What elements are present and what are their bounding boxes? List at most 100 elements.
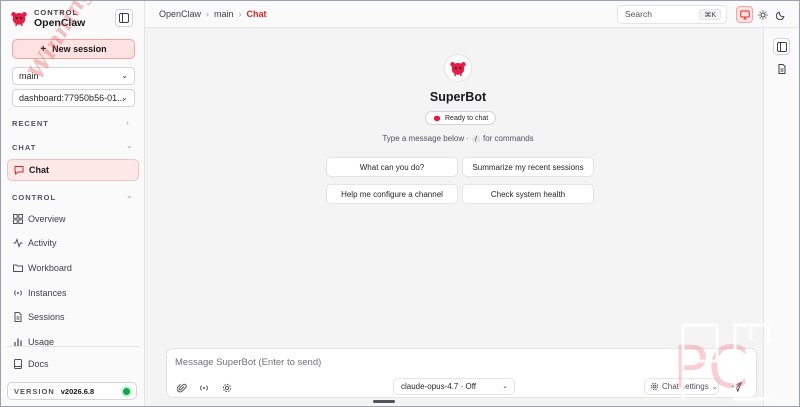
sidebar-item-label: Activity [28,238,57,248]
sidebar-item-activity[interactable]: Activity [7,232,139,254]
hint-prefix: Type a message below · [382,134,470,143]
gear-icon [222,383,232,393]
breadcrumb-agent[interactable]: main [214,9,234,19]
sidebar-item-workboard[interactable]: Workboard [7,257,139,279]
send-button[interactable] [729,379,745,395]
notes-button[interactable] [773,60,790,77]
chevron-down-icon: ⌄ [121,93,128,102]
section-recent[interactable]: RECENT [12,119,49,128]
sidebar-item-docs[interactable]: Docs [7,353,139,375]
composer: Message SuperBot (Enter to send) claude-… [166,348,757,398]
model-select[interactable]: claude-opus-4.7 · Off ⌄ [393,378,515,395]
search-placeholder: Search [625,9,652,19]
gear-icon [650,382,659,391]
grid-icon [13,214,23,224]
new-session-label: New session [52,44,107,54]
sun-icon [757,9,768,20]
suggestion-button[interactable]: Help me configure a channel [326,184,458,204]
sidebar-item-label: Instances [28,288,67,298]
sidebar-item-usage[interactable]: Usage [7,331,139,353]
agent-select[interactable]: main ⌄ [12,67,135,85]
section-chat[interactable]: CHAT [12,143,36,152]
chat-settings-label: Chat settings [662,382,709,391]
chevron-down-icon: ⌄ [711,383,718,391]
theme-dark-button[interactable] [772,6,789,23]
document-icon [778,63,785,74]
sidebar-item-chat[interactable]: Chat [7,159,139,181]
panel-toggle-button[interactable] [773,38,790,55]
message-icon [14,165,24,175]
sidebar-item-label: Docs [28,359,49,369]
bot-name: SuperBot [429,90,487,104]
sidebar-divider [7,346,139,347]
theme-system-button[interactable] [736,6,753,23]
tools-button[interactable] [221,382,233,394]
chevron-down-icon: ⌄ [502,383,508,390]
status-text: Ready to chat [445,114,489,122]
suggestion-button[interactable]: What can you do? [326,157,458,177]
moon-icon [775,11,784,20]
sidebar-item-label: Chat [29,165,49,175]
panel-icon [776,41,787,52]
breadcrumb-root[interactable]: OpenClaw [159,9,201,19]
agent-select-value: main [19,71,39,81]
hint-suffix: for commands [482,134,534,143]
activity-icon [13,238,23,248]
right-rail [763,28,799,406]
message-input[interactable]: Message SuperBot (Enter to send) [175,357,625,372]
chat-main: SuperBot Ready to chat Type a message be… [145,28,763,406]
sidebar: CONTROL OpenClaw + New session main ⌄ da… [1,1,145,406]
status-online-dot [123,388,130,395]
monitor-icon [739,10,750,19]
sidebar-item-label: Workboard [28,263,72,273]
send-icon [732,382,742,392]
collapse-sidebar-button[interactable] [115,9,133,27]
plus-icon: + [40,43,47,55]
chevron-right-icon: › [206,9,210,19]
attach-button[interactable] [176,382,188,394]
sidebar-item-instances[interactable]: Instances [7,282,139,304]
broadcast-icon [13,288,23,298]
book-icon [13,359,23,369]
suggestion-button[interactable]: Check system health [462,184,594,204]
version-badge: VERSION v2026.6.8 [7,382,137,400]
resize-handle[interactable] [373,400,395,403]
chevron-down-icon[interactable]: ⌄ [126,141,133,150]
chevron-right-icon: › [238,9,242,19]
chevron-right-icon[interactable]: › [126,118,129,127]
sidebar-item-label: Sessions [28,312,65,322]
session-select-value: dashboard:77950b56-01... [19,93,125,103]
chat-settings-button[interactable]: Chat settings ⌄ [644,378,719,395]
broadcast-icon [200,385,208,391]
claw-logo-icon [11,12,27,27]
top-bar: OpenClaw › main › Chat Search ⌘K [145,1,799,28]
bot-avatar [444,54,472,82]
theme-light-button[interactable] [754,6,771,23]
model-select-value: claude-opus-4.7 · Off [401,382,477,391]
folder-icon [13,263,23,273]
session-select[interactable]: dashboard:77950b56-01... ⌄ [12,89,135,107]
sidebar-toggle-icon [119,13,129,23]
file-icon [13,312,23,322]
claw-logo-icon [450,62,466,77]
claw-logo-icon [433,115,441,122]
sidebar-item-overview[interactable]: Overview [7,208,139,230]
paperclip-icon [177,383,187,393]
version-label: VERSION [14,386,55,396]
voice-button[interactable] [198,382,210,394]
suggestion-button[interactable]: Summarize my recent sessions [462,157,594,177]
command-hint: Type a message below · / for commands [145,134,771,143]
search-shortcut: ⌘K [699,9,721,20]
section-control[interactable]: CONTROL [12,193,56,202]
brand: CONTROL OpenClaw [10,7,85,29]
status-badge: Ready to chat [425,111,497,125]
sidebar-item-sessions[interactable]: Sessions [7,306,139,328]
version-value: v2026.6.8 [60,386,95,396]
hint-key: / [472,136,480,143]
new-session-button[interactable]: + New session [12,39,135,59]
breadcrumb: OpenClaw › main › Chat [159,9,267,19]
chevron-down-icon[interactable]: ⌄ [126,191,133,200]
sidebar-item-label: Overview [28,214,66,224]
brand-name: OpenClaw [34,17,86,29]
search-input[interactable]: Search ⌘K [617,5,727,24]
